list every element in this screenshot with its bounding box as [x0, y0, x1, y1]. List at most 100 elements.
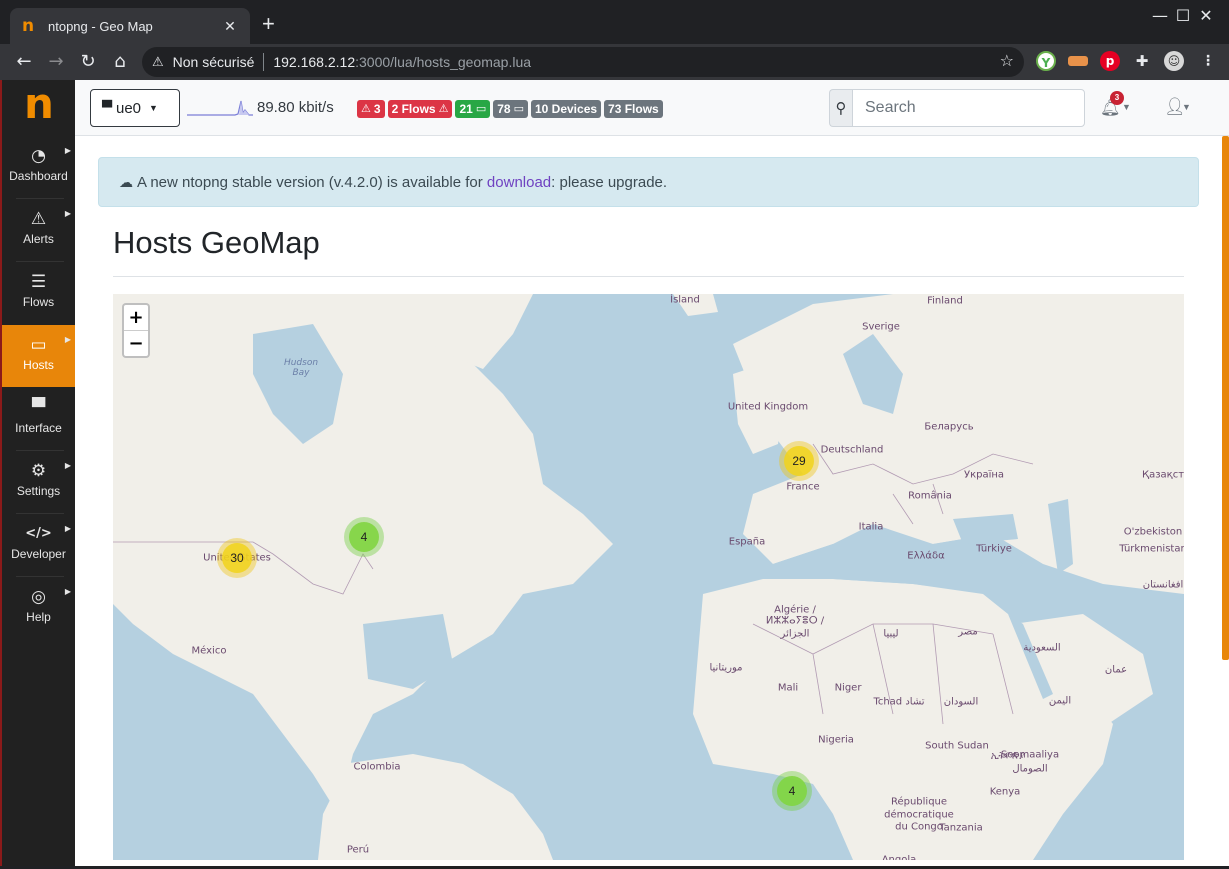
search-input[interactable]: [852, 89, 1085, 127]
ethernet-icon: ▀: [31, 398, 46, 418]
laptop-icon: ▭: [475, 102, 487, 115]
map-place-label: موريتانيا: [709, 662, 743, 674]
submenu-caret-icon: ▶: [64, 209, 71, 218]
map-place-label: Türkmenistan: [1119, 543, 1184, 555]
map-place-label: O'zbekiston: [1123, 526, 1183, 538]
map-place-label: Беларусь: [924, 421, 974, 433]
sidebar-item-dashboard[interactable]: ◔ Dashboard ▶: [2, 136, 75, 198]
sidebar-item-interface[interactable]: ▀ Interface: [2, 388, 75, 450]
url-host: 192.168.2.12: [273, 54, 356, 70]
user-menu-caret-icon[interactable]: ▼: [1182, 102, 1191, 112]
host-cluster-marker[interactable]: 30: [217, 538, 257, 578]
shield-y-extension-icon[interactable]: Y: [1036, 51, 1056, 71]
map-place-label: Nigeria: [818, 734, 854, 746]
sidebar-item-label: Alerts: [23, 232, 54, 246]
host-cluster-marker[interactable]: 4: [344, 517, 384, 557]
submenu-caret-icon: ▶: [64, 524, 71, 533]
submenu-caret-icon: ▶: [64, 335, 71, 344]
reload-icon[interactable]: ↻: [76, 50, 100, 74]
map-place-label: Tchad تشاد: [873, 696, 925, 708]
ntopng-favicon-icon: n: [22, 16, 35, 36]
bookmark-folder-extension-icon[interactable]: [1068, 56, 1088, 66]
close-tab-icon[interactable]: ✕: [222, 18, 238, 35]
ntopng-logo[interactable]: n: [24, 83, 54, 125]
geo-map[interactable]: + − Ísland Finland Sverige Hudson Bay United…: [113, 294, 1184, 860]
map-place-label: Finland: [927, 295, 963, 307]
back-arrow-icon[interactable]: ←: [12, 50, 36, 74]
sidebar: n ◔ Dashboard ▶ ⚠ Alerts ▶ ☰ Flows ▭ Hosts ▶ ▀ Inter…: [0, 80, 75, 869]
sidebar-item-hosts[interactable]: ▭ Hosts ▶: [2, 325, 75, 387]
map-place-label: România: [908, 490, 952, 502]
bookmark-star-icon[interactable]: ☆: [1000, 51, 1014, 70]
pinterest-extension-icon[interactable]: p: [1100, 51, 1120, 71]
title-divider: [113, 276, 1184, 277]
alerts-badge[interactable]: ⚠ 3: [357, 100, 385, 118]
sidebar-item-developer[interactable]: </> Developer ▶: [2, 514, 75, 576]
host-cluster-marker[interactable]: 29: [779, 441, 819, 481]
sidebar-item-label: Flows: [22, 295, 55, 309]
badge-text: 73 Flows: [608, 102, 659, 116]
sidebar-item-help[interactable]: ◎ Help ▶: [2, 577, 75, 639]
badge-text: 78: [497, 102, 511, 116]
profile-avatar[interactable]: ☺: [1164, 51, 1184, 71]
tab-title: ntopng - Geo Map: [48, 18, 153, 34]
map-place-label: République: [890, 796, 948, 808]
map-place-label: Türkiye: [976, 543, 1012, 555]
map-place-label: Tanzania: [939, 822, 983, 834]
sidebar-item-settings[interactable]: ⚙ Settings ▶: [2, 451, 75, 513]
map-place-label: United Kingdom: [727, 401, 809, 413]
interface-selector[interactable]: ▀ ue0 ▼: [90, 89, 180, 127]
map-place-label: Deutschland: [820, 444, 884, 456]
remote-hosts-badge[interactable]: 78 ▭: [493, 100, 528, 118]
search-icon[interactable]: ⚲: [829, 89, 852, 127]
water-gulf-of-mexico: [363, 614, 453, 689]
submenu-caret-icon: ▶: [64, 587, 71, 596]
browser-menu-icon[interactable]: ⋮: [1198, 51, 1218, 71]
local-hosts-badge[interactable]: 21 ▭: [455, 100, 491, 118]
map-place-label: México: [191, 645, 227, 657]
zoom-out-button[interactable]: −: [124, 331, 148, 357]
page: n ◔ Dashboard ▶ ⚠ Alerts ▶ ☰ Flows ▭ Hosts ▶ ▀ Inter…: [0, 80, 1229, 869]
page-scrollbar[interactable]: [1222, 136, 1229, 660]
warning-icon: ⚠: [361, 102, 371, 115]
zoom-in-button[interactable]: +: [124, 305, 148, 331]
map-place-label: Қазақст: [1141, 469, 1184, 481]
badge-text: 21: [459, 102, 473, 116]
devices-badge[interactable]: 10 Devices: [530, 100, 602, 118]
forward-arrow-icon[interactable]: →: [44, 50, 68, 74]
browser-tab[interactable]: n ntopng - Geo Map ✕: [10, 8, 250, 44]
sidebar-item-label: Interface: [15, 421, 62, 435]
home-icon[interactable]: ⌂: [108, 50, 132, 74]
download-link[interactable]: download: [487, 174, 551, 191]
upgrade-notice: ☁ A new ntopng stable version (v.4.2.0) i…: [98, 157, 1199, 207]
map-place-label: démocratique: [884, 809, 954, 821]
map-place-label: السعودية: [1023, 642, 1061, 654]
sidebar-item-flows[interactable]: ☰ Flows: [2, 262, 75, 324]
new-tab-button[interactable]: +: [262, 13, 275, 35]
map-place-label: South Sudan: [925, 740, 989, 752]
map-place-label: ليبيا: [883, 628, 899, 640]
notifications-caret-icon[interactable]: ▼: [1122, 102, 1131, 112]
throughput-sparkline: [187, 100, 253, 116]
interface-name: ue0: [116, 99, 142, 117]
map-place-label: Kenya: [989, 786, 1021, 798]
badge-text: 2 Flows: [391, 102, 436, 116]
address-bar[interactable]: ⚠ Non sécurisé 192.168.2.12:3000/lua/hos…: [142, 47, 1024, 77]
not-secure-warning-icon: ⚠: [152, 54, 164, 70]
url-path: :3000/lua/hosts_geomap.lua: [355, 54, 532, 70]
close-window-button[interactable]: ✕: [1183, 4, 1229, 28]
flows-badge[interactable]: 73 Flows: [604, 100, 663, 118]
cluster-count: 29: [784, 446, 814, 476]
extensions-puzzle-icon[interactable]: ✚: [1132, 51, 1152, 71]
status-badges: ⚠ 3 2 Flows ⚠ 21 ▭ 78 ▭ 10 Devices 73 Flows: [357, 100, 663, 118]
alerted-flows-badge[interactable]: 2 Flows ⚠: [387, 100, 453, 118]
map-place-label: Algérie /: [774, 604, 816, 616]
notice-text: A new ntopng stable version (v.4.2.0) is…: [137, 174, 487, 191]
search-group: ⚲: [829, 89, 1085, 127]
sidebar-item-alerts[interactable]: ⚠ Alerts ▶: [2, 199, 75, 261]
top-navbar: ▀ ue0 ▼ 89.80 kbit/s ⚠ 3 2 Flows ⚠ 21 ▭ 78 ▭ 10 …: [75, 80, 1229, 136]
sidebar-item-label: Help: [26, 610, 51, 624]
host-cluster-marker[interactable]: 4: [772, 771, 812, 811]
browser-titlebar: n ntopng - Geo Map ✕ + — ☐ ✕: [0, 0, 1229, 44]
stream-icon: ☰: [30, 272, 47, 292]
